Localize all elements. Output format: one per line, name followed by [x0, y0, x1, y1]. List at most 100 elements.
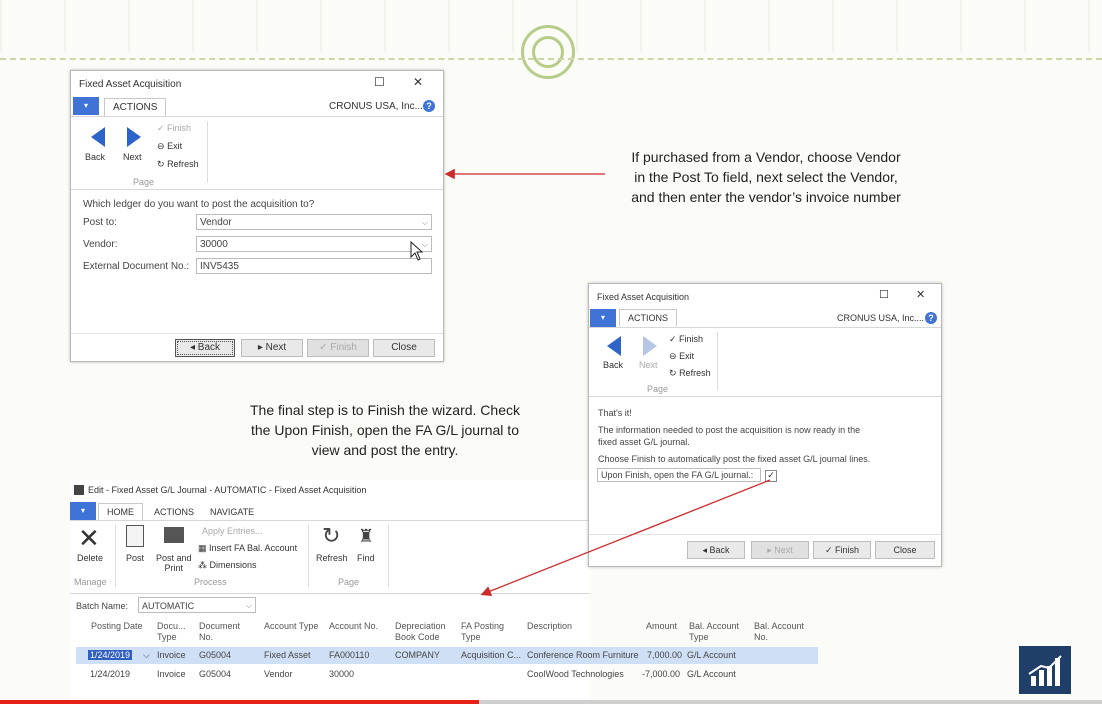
- table-cell[interactable]: Invoice: [157, 650, 186, 660]
- ribbon-separator: [717, 332, 718, 390]
- table-cell[interactable]: Acquisition C...: [461, 650, 521, 660]
- next-button-label: Next: [265, 342, 287, 353]
- close-icon[interactable]: ✕: [413, 75, 423, 89]
- fa-acquisition-dialog-2: Fixed Asset Acquisition ☐ ✕ ▾ ACTIONS CR…: [588, 283, 942, 567]
- dimensions-icon: ⁂: [198, 560, 207, 570]
- maximize-icon[interactable]: ☐: [879, 288, 889, 301]
- table-cell[interactable]: Invoice: [157, 669, 186, 679]
- find-label[interactable]: Find: [357, 553, 375, 563]
- app-menu-button[interactable]: ▾: [70, 502, 96, 520]
- table-cell[interactable]: 1/24/2019: [90, 669, 130, 679]
- post-to-select[interactable]: Vendor ⌵: [196, 214, 432, 230]
- group-page-label: Page: [338, 577, 360, 587]
- button-bar-separator: [71, 333, 443, 334]
- close-button[interactable]: Close: [875, 541, 935, 559]
- post-label[interactable]: Post: [126, 553, 144, 563]
- back-action-label[interactable]: Back: [85, 152, 105, 162]
- refresh-label[interactable]: Refresh: [316, 553, 348, 563]
- batch-name-select[interactable]: AUTOMATIC ⌵: [138, 597, 256, 613]
- next-action-label[interactable]: Next: [639, 360, 658, 370]
- external-doc-input[interactable]: INV5435: [196, 258, 432, 274]
- refresh-action[interactable]: ↻ Refresh: [157, 159, 199, 170]
- tab-actions[interactable]: ACTIONS: [154, 507, 194, 517]
- close-icon[interactable]: ✕: [916, 288, 925, 301]
- circle-logo-icon: [521, 25, 575, 79]
- finish-button[interactable]: ✓ Finish: [307, 339, 369, 357]
- delete-label[interactable]: Delete: [77, 553, 103, 563]
- note2-line2: the Upon Finish, open the FA G/L journal…: [251, 422, 519, 438]
- back-action-label[interactable]: Back: [603, 360, 623, 370]
- tab-actions[interactable]: ACTIONS: [619, 309, 678, 326]
- back-arrow-icon[interactable]: [91, 127, 105, 147]
- vendor-select[interactable]: 30000 ⌵: [196, 236, 432, 252]
- back-arrow-icon[interactable]: [607, 336, 621, 356]
- close-button[interactable]: Close: [373, 339, 435, 357]
- video-progress-remaining[interactable]: [479, 700, 1102, 704]
- back-button[interactable]: ◂ Back: [175, 339, 235, 357]
- help-icon[interactable]: ?: [925, 312, 937, 324]
- refresh-action[interactable]: ↻ Refresh: [669, 368, 711, 379]
- external-doc-label: External Document No.:: [83, 261, 190, 272]
- chevron-down-icon: ⌵: [421, 218, 428, 227]
- table-cell[interactable]: Vendor: [264, 669, 293, 679]
- table-cell[interactable]: Fixed Asset: [264, 650, 311, 660]
- row-dropdown-icon[interactable]: ⌵: [143, 650, 150, 661]
- next-button[interactable]: ▸ Next: [241, 339, 303, 357]
- delete-icon[interactable]: ✕: [78, 523, 100, 554]
- refresh-icon[interactable]: ↻: [322, 523, 340, 549]
- insert-fa-bal-account-action[interactable]: ▦ Insert FA Bal. Account: [198, 543, 297, 554]
- table-cell[interactable]: FA000110: [329, 650, 369, 660]
- table-cell[interactable]: -7,000.00: [642, 669, 680, 679]
- next-arrow-icon[interactable]: [643, 336, 657, 356]
- find-icon[interactable]: ♜: [358, 526, 374, 547]
- exit-action[interactable]: ⊖ Exit: [157, 141, 182, 152]
- col-header: Posting Date: [91, 621, 143, 631]
- table-cell[interactable]: 1/24/2019: [88, 650, 133, 660]
- dimensions-action[interactable]: ⁂ Dimensions: [198, 560, 257, 571]
- post-print-label[interactable]: Post and Print: [156, 553, 192, 573]
- app-menu-button[interactable]: ▾: [590, 309, 616, 327]
- table-cell[interactable]: G/L Account: [687, 669, 736, 679]
- maximize-icon[interactable]: ☐: [374, 75, 385, 89]
- table-cell[interactable]: 30000: [329, 669, 354, 679]
- post-to-label: Post to:: [83, 217, 117, 228]
- back-button-label: Back: [197, 342, 221, 353]
- journal-title: Edit - Fixed Asset G/L Journal - AUTOMAT…: [88, 485, 367, 495]
- dialog-title: Fixed Asset Acquisition: [597, 292, 690, 302]
- post-icon[interactable]: [126, 525, 144, 547]
- tab-navigate[interactable]: NAVIGATE: [210, 507, 254, 517]
- upon-finish-checkbox[interactable]: ✓: [765, 470, 777, 482]
- post-print-icon[interactable]: [164, 527, 184, 543]
- close-button-label: Close: [893, 545, 917, 555]
- next-arrow-icon[interactable]: [127, 127, 141, 147]
- table-cell[interactable]: G05004: [199, 669, 231, 679]
- note1-line1: If purchased from a Vendor, choose Vendo…: [631, 149, 901, 165]
- insert-label: Insert FA Bal. Account: [209, 543, 298, 553]
- back-button[interactable]: ◂ Back: [687, 541, 745, 559]
- table-cell[interactable]: COMPANY: [395, 650, 440, 660]
- post-print-line1: Post and: [156, 553, 192, 563]
- table-cell[interactable]: Conference Room Furniture: [527, 650, 639, 660]
- help-icon[interactable]: ?: [423, 100, 435, 112]
- note1-line2: in the Post To field, next select the Ve…: [634, 169, 898, 185]
- table-cell[interactable]: 7,000.00: [647, 650, 682, 660]
- table-cell[interactable]: G05004: [199, 650, 231, 660]
- tab-home[interactable]: HOME: [98, 503, 143, 520]
- finish-button[interactable]: ✓ Finish: [813, 541, 871, 559]
- app-menu-button[interactable]: ▾: [73, 97, 99, 115]
- tab-actions[interactable]: ACTIONS: [104, 98, 167, 116]
- col-header: Bal. Account No.: [754, 621, 805, 642]
- table-cell[interactable]: CoolWood Technologies: [527, 669, 624, 679]
- table-cell[interactable]: G/L Account: [687, 650, 736, 660]
- group-process-label: Process: [194, 577, 227, 587]
- exit-icon: ⊖: [157, 141, 165, 151]
- exit-action[interactable]: ⊖ Exit: [669, 351, 694, 362]
- finish-action[interactable]: ✓ Finish: [669, 334, 703, 345]
- exit-icon: ⊖: [669, 351, 677, 361]
- video-progress-bar[interactable]: [0, 700, 479, 704]
- next-button[interactable]: ▸ Next: [751, 541, 809, 559]
- exit-action-label: Exit: [167, 141, 183, 151]
- apply-entries-action[interactable]: Apply Entries...: [202, 526, 263, 536]
- next-action-label[interactable]: Next: [123, 152, 142, 162]
- finish-action[interactable]: ✓ Finish: [157, 123, 191, 134]
